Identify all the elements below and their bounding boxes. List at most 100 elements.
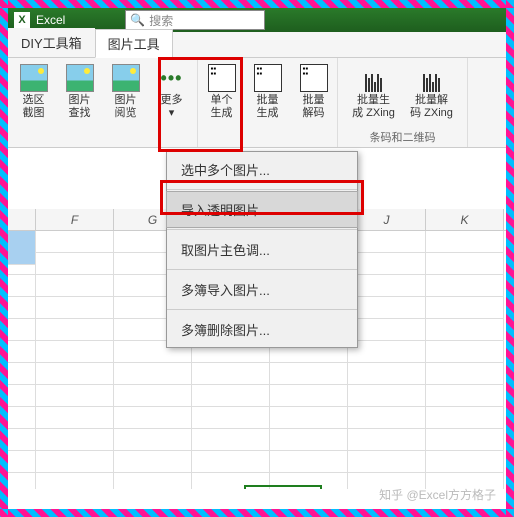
menu-multi-workbook-import[interactable]: 多簿导入图片...: [167, 272, 357, 307]
group-label-barcode: 条码和二维码: [370, 127, 436, 145]
barcode-icon: [360, 64, 388, 92]
col-header-f[interactable]: F: [36, 209, 114, 230]
cell[interactable]: [426, 319, 504, 341]
cell[interactable]: [36, 341, 114, 363]
cell[interactable]: [192, 407, 270, 429]
cell[interactable]: [192, 363, 270, 385]
btn-screenshot[interactable]: 选区 截图: [12, 62, 56, 122]
cell[interactable]: [426, 429, 504, 451]
app-window: X Excel 🔍 搜索 DIY工具箱 图片工具 选区 截图 图片 查找: [8, 8, 506, 509]
cell[interactable]: [8, 385, 36, 407]
col-header-blank: [8, 209, 36, 230]
cell[interactable]: [348, 429, 426, 451]
btn-image-find[interactable]: 图片 查找: [58, 62, 102, 122]
btn-image-view[interactable]: 图片 阅览: [104, 62, 148, 122]
cell[interactable]: [36, 275, 114, 297]
ribbon-group-qr: 单个 生成 批量 生成 批量 解码: [198, 58, 338, 147]
cell[interactable]: [36, 297, 114, 319]
tab-image-tools[interactable]: 图片工具: [95, 29, 173, 58]
cell[interactable]: [348, 407, 426, 429]
cell[interactable]: [8, 473, 36, 489]
cell[interactable]: [426, 231, 504, 253]
cell[interactable]: [426, 253, 504, 275]
qr-icon: [300, 64, 328, 92]
cell[interactable]: [348, 275, 426, 297]
btn-more[interactable]: ••• 更多▾: [150, 62, 194, 122]
cell[interactable]: [36, 363, 114, 385]
cell[interactable]: [114, 407, 192, 429]
btn-qr-single[interactable]: 单个 生成: [200, 62, 244, 122]
chevron-down-icon: ▾: [169, 107, 175, 119]
cell[interactable]: [426, 363, 504, 385]
cell[interactable]: [426, 451, 504, 473]
menu-multi-workbook-delete[interactable]: 多簿删除图片...: [167, 312, 357, 347]
btn-barcode-decode[interactable]: 批量解 码 ZXing: [404, 62, 460, 122]
cell[interactable]: [348, 253, 426, 275]
cell[interactable]: [270, 451, 348, 473]
cell[interactable]: [114, 363, 192, 385]
cell[interactable]: [192, 429, 270, 451]
image-view-icon: [112, 64, 140, 92]
qr-icon: [208, 64, 236, 92]
cell[interactable]: [426, 275, 504, 297]
cell[interactable]: [270, 407, 348, 429]
cell[interactable]: [8, 407, 36, 429]
menu-separator: [167, 309, 357, 310]
cell[interactable]: [114, 473, 192, 489]
cell[interactable]: [348, 319, 426, 341]
menu-import-transparent-image[interactable]: 导入透明图片...: [166, 191, 358, 228]
cell[interactable]: [8, 319, 36, 341]
cell[interactable]: [114, 451, 192, 473]
cell[interactable]: [270, 385, 348, 407]
cell[interactable]: [348, 451, 426, 473]
active-cell-indicator: [244, 485, 322, 489]
cell[interactable]: [36, 407, 114, 429]
search-input[interactable]: 🔍 搜索: [125, 10, 265, 30]
cell[interactable]: [8, 429, 36, 451]
cell[interactable]: [8, 451, 36, 473]
cell[interactable]: [36, 473, 114, 489]
ribbon-group-barcode: 批量生 成 ZXing 批量解 码 ZXing 条码和二维码: [338, 58, 468, 147]
cell[interactable]: [36, 319, 114, 341]
btn-barcode-gen[interactable]: 批量生 成 ZXing: [346, 62, 402, 122]
cell[interactable]: [348, 341, 426, 363]
cell[interactable]: [36, 429, 114, 451]
cell[interactable]: [36, 253, 114, 275]
cell[interactable]: [348, 297, 426, 319]
cell[interactable]: [348, 231, 426, 253]
cell[interactable]: [36, 231, 114, 253]
cell[interactable]: [36, 385, 114, 407]
col-header-k[interactable]: K: [426, 209, 504, 230]
screenshot-icon: [20, 64, 48, 92]
cell[interactable]: [426, 341, 504, 363]
cell[interactable]: [426, 407, 504, 429]
col-header-j[interactable]: J: [348, 209, 426, 230]
cell[interactable]: [192, 385, 270, 407]
more-dropdown-menu: 选中多个图片... 导入透明图片... 取图片主色调... 多簿导入图片... …: [166, 151, 358, 348]
cell[interactable]: [8, 275, 36, 297]
btn-qr-decode[interactable]: 批量 解码: [292, 62, 336, 122]
menu-get-image-main-color[interactable]: 取图片主色调...: [167, 232, 357, 267]
cell[interactable]: [8, 297, 36, 319]
cell[interactable]: [114, 429, 192, 451]
menu-separator: [167, 269, 357, 270]
cell[interactable]: [270, 363, 348, 385]
cell[interactable]: [114, 385, 192, 407]
cell[interactable]: [8, 253, 36, 275]
btn-qr-batch[interactable]: 批量 生成: [246, 62, 290, 122]
cell[interactable]: [426, 297, 504, 319]
image-find-icon: [66, 64, 94, 92]
search-icon: 🔍: [130, 13, 145, 27]
qr-icon: [254, 64, 282, 92]
cell[interactable]: [348, 385, 426, 407]
cell[interactable]: [348, 363, 426, 385]
cell[interactable]: [8, 341, 36, 363]
cell[interactable]: [192, 451, 270, 473]
menu-select-multiple-images[interactable]: 选中多个图片...: [167, 152, 357, 187]
cell[interactable]: [270, 429, 348, 451]
cell[interactable]: [8, 363, 36, 385]
ribbon-group-images: 选区 截图 图片 查找 图片 阅览 ••• 更多▾: [8, 58, 198, 147]
cell[interactable]: [36, 451, 114, 473]
cell[interactable]: [426, 385, 504, 407]
tab-diy-tools[interactable]: DIY工具箱: [8, 28, 95, 57]
